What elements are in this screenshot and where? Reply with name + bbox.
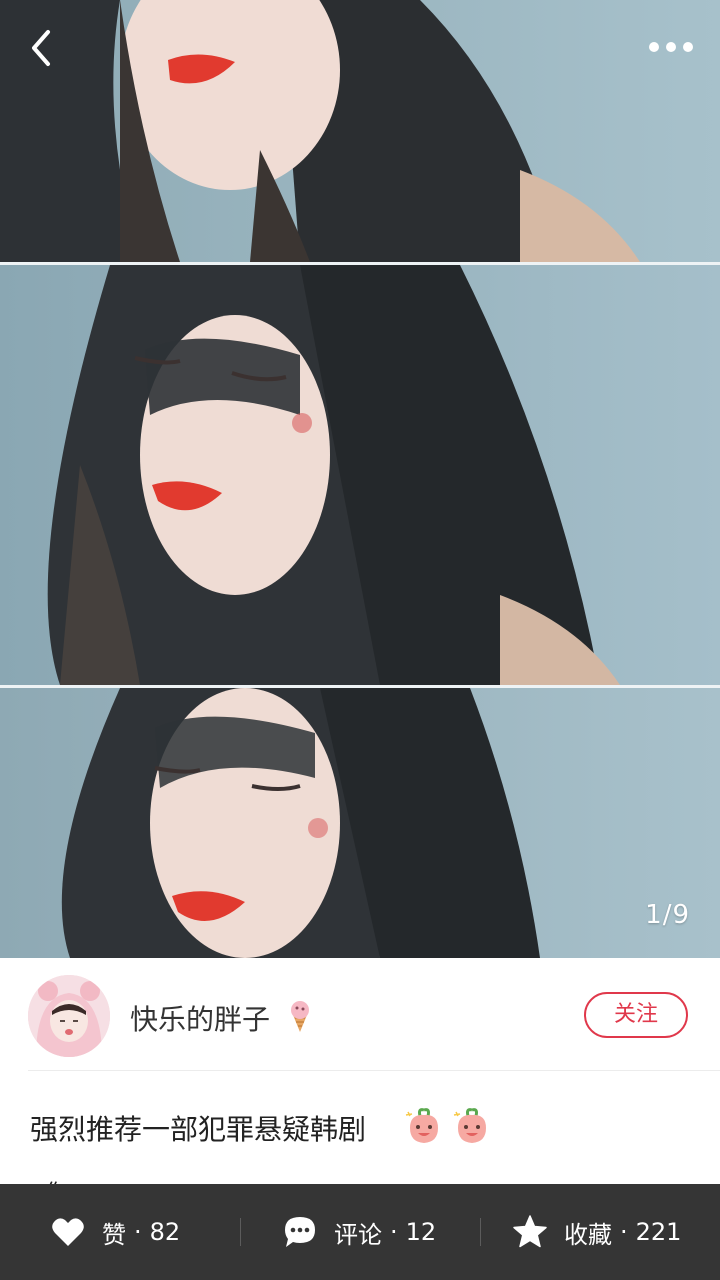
star-icon xyxy=(513,1215,547,1248)
author-name[interactable]: 快乐的胖子 xyxy=(130,998,270,1038)
bottom-action-bar: 赞 · 82 评论 · 12 收藏 · 221 xyxy=(0,1184,720,1280)
section-divider xyxy=(28,1070,720,1071)
separator-dot: · xyxy=(134,1218,142,1246)
separator-dot: · xyxy=(390,1218,398,1246)
back-button[interactable] xyxy=(22,26,62,70)
ice-cream-icon xyxy=(291,1001,309,1032)
bar-divider xyxy=(480,1218,481,1246)
favorite-button[interactable]: 收藏 · 221 xyxy=(512,1184,681,1280)
photo-panel-bottom xyxy=(0,688,720,958)
comment-button[interactable]: 评论 · 12 xyxy=(282,1184,436,1280)
like-label: 赞 xyxy=(102,1220,126,1249)
like-count: 82 xyxy=(149,1218,181,1246)
favorite-label: 收藏 xyxy=(564,1220,612,1249)
photo-panel-top xyxy=(0,0,720,262)
heart-icon xyxy=(52,1218,84,1246)
avatar[interactable] xyxy=(28,975,110,1057)
author-row: 快乐的胖子 关注 xyxy=(0,958,720,1070)
bar-divider xyxy=(240,1218,241,1246)
chat-bubble-icon xyxy=(285,1217,315,1247)
photo-gallery[interactable]: 1/9 xyxy=(0,0,720,958)
like-button[interactable]: 赞 · 82 xyxy=(50,1184,180,1280)
post-title: 强烈推荐一部犯罪悬疑韩剧 xyxy=(30,1113,367,1146)
more-button[interactable] xyxy=(646,30,696,64)
peach-face-icon xyxy=(453,1108,486,1143)
favorite-count: 221 xyxy=(635,1218,682,1246)
photo-panel-middle xyxy=(0,265,720,685)
peach-face-icon xyxy=(405,1108,438,1143)
page-indicator: 1/9 xyxy=(645,900,690,930)
comment-label: 评论 xyxy=(334,1220,382,1249)
chevron-left-icon xyxy=(32,30,50,66)
separator-dot: · xyxy=(620,1218,628,1246)
more-dots-icon xyxy=(649,42,693,52)
comment-count: 12 xyxy=(405,1218,437,1246)
follow-button[interactable]: 关注 xyxy=(584,992,688,1038)
